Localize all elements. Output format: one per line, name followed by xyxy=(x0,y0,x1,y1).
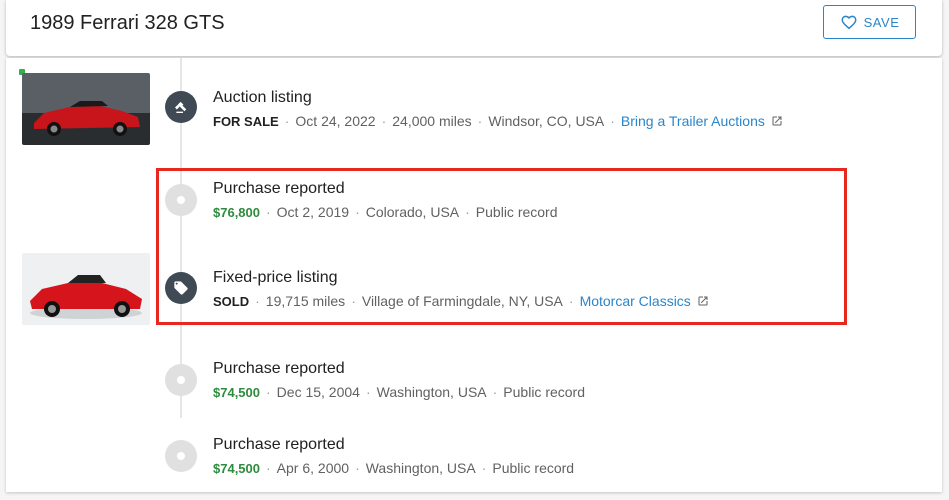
highlight-box xyxy=(156,168,847,325)
event-location: Washington, USA xyxy=(365,460,476,476)
event-date: Dec 15, 2004 xyxy=(276,384,360,400)
separator: · xyxy=(266,460,271,476)
event-meta: $74,500 · Apr 6, 2000 · Washington, USA · Publ… xyxy=(213,459,574,478)
event-meta: FOR SALE · Oct 24, 2022 · 24,000 miles · Winds… xyxy=(213,112,783,131)
save-button[interactable]: SAVE xyxy=(823,5,916,39)
dot-icon xyxy=(165,364,197,396)
history-timeline: Auction listing FOR SALE · Oct 24, 2022 · 24… xyxy=(6,58,942,492)
event-source: Public record xyxy=(492,460,575,476)
page-header: 1989 Ferrari 328 GTS SAVE xyxy=(6,0,942,56)
event-title: Auction listing xyxy=(213,89,312,106)
event-location: Washington, USA xyxy=(376,384,487,400)
event-price: $74,500 xyxy=(213,385,260,400)
dot-icon xyxy=(165,440,197,472)
separator: · xyxy=(610,113,615,129)
gavel-icon xyxy=(165,91,197,123)
separator: · xyxy=(481,460,487,476)
vehicle-photo[interactable] xyxy=(22,253,150,325)
separator: · xyxy=(492,384,498,400)
event-price: $74,500 xyxy=(213,461,260,476)
history-event: Auction listing FOR SALE · Oct 24, 2022 · 24… xyxy=(213,88,783,131)
page-title: 1989 Ferrari 328 GTS xyxy=(30,12,225,34)
event-source: Public record xyxy=(503,384,585,400)
separator: · xyxy=(284,113,290,129)
event-meta: $74,500 · Dec 15, 2004 · Washington, USA · Pub… xyxy=(213,383,585,402)
separator: · xyxy=(381,113,387,129)
vehicle-photo[interactable] xyxy=(22,73,150,145)
history-event: Purchase reported $74,500 · Dec 15, 2004 · W… xyxy=(213,359,585,402)
separator: · xyxy=(477,113,483,129)
event-location: Windsor, CO, USA xyxy=(488,113,605,129)
external-link-icon[interactable] xyxy=(771,115,783,127)
history-event: Purchase reported $74,500 · Apr 6, 2000 · Wa… xyxy=(213,435,574,478)
status-badge: FOR SALE xyxy=(213,114,279,129)
event-date: Oct 24, 2022 xyxy=(295,113,376,129)
heart-icon xyxy=(841,15,857,30)
event-title: Purchase reported xyxy=(213,436,345,453)
save-button-label: SAVE xyxy=(863,14,900,30)
separator: · xyxy=(355,460,360,476)
source-link[interactable]: Bring a Trailer Auctions xyxy=(621,113,765,129)
event-mileage: 24,000 miles xyxy=(392,113,472,129)
event-date: Apr 6, 2000 xyxy=(276,460,350,476)
event-title: Purchase reported xyxy=(213,360,345,377)
separator: · xyxy=(365,384,371,400)
separator: · xyxy=(266,384,271,400)
